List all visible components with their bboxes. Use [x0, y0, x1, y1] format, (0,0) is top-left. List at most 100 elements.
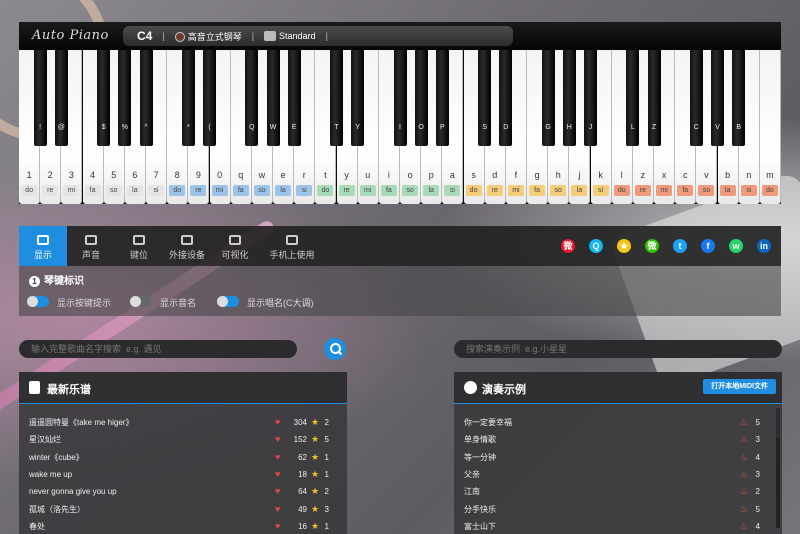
- demo-search-input[interactable]: [454, 340, 782, 358]
- linkedin-icon[interactable]: in: [757, 239, 771, 253]
- black-key[interactable]: O: [414, 50, 428, 146]
- black-key[interactable]: D: [499, 50, 513, 146]
- sheet-list-item[interactable]: 孤城（洛先生） ♥ 49 ★ 3: [29, 501, 337, 518]
- mode-selector[interactable]: Standard: [264, 31, 316, 42]
- toggle-label: 显示音名: [160, 298, 197, 308]
- black-key[interactable]: L: [626, 50, 640, 146]
- key-binding-label: v: [704, 170, 709, 180]
- qq-icon[interactable]: Q: [589, 239, 603, 253]
- solfege-label: so: [550, 185, 567, 196]
- solfege-label: mi: [211, 185, 228, 196]
- open-midi-button[interactable]: 打开本地MIDI文件: [703, 379, 776, 394]
- solfege-label: si: [148, 185, 165, 196]
- instrument-selector[interactable]: 高音立式钢琴: [174, 30, 242, 43]
- sheet-list-item[interactable]: winter《cube》 ♥ 62 ★ 1: [29, 449, 337, 466]
- black-key[interactable]: H: [562, 50, 576, 146]
- key-binding-label: x: [661, 170, 667, 180]
- sheet-list-item[interactable]: wake me up ♥ 18 ★ 1: [29, 466, 337, 483]
- star-icon: ★: [311, 434, 320, 445]
- black-key[interactable]: $: [97, 50, 111, 146]
- demo-list-item[interactable]: 你一定要幸福 ♨ 5: [464, 414, 772, 431]
- sheet-list-item[interactable]: 春处 ♥ 16 ★ 1: [29, 518, 337, 534]
- demo-rating: 5: [755, 504, 760, 514]
- key-binding-label: n: [746, 170, 752, 180]
- panel-title: 最新乐谱: [47, 384, 91, 396]
- key-binding-label: y: [344, 170, 349, 180]
- star-icon: ★: [311, 468, 320, 479]
- demo-list-item[interactable]: 等一分钟 ♨ 4: [464, 449, 772, 466]
- heart-icon: ♥: [275, 434, 281, 445]
- black-key[interactable]: V: [711, 50, 724, 146]
- whatsapp-icon[interactable]: w: [729, 239, 743, 253]
- black-key[interactable]: ^: [139, 50, 153, 146]
- tab-mobile[interactable]: 手机上使用: [261, 226, 323, 266]
- black-key[interactable]: S: [478, 50, 492, 146]
- star-icon: ★: [311, 503, 320, 514]
- black-key[interactable]: C: [689, 50, 703, 146]
- key-binding-label: 6: [132, 170, 138, 180]
- solfege-label: la: [571, 185, 588, 196]
- separator: |: [325, 31, 328, 41]
- heart-icon: ♥: [275, 486, 281, 497]
- black-key[interactable]: I: [393, 50, 407, 146]
- star-rating: 2: [324, 487, 329, 497]
- black-key[interactable]: @: [54, 50, 68, 146]
- black-key[interactable]: %: [118, 50, 132, 146]
- black-key[interactable]: J: [584, 50, 597, 146]
- settings-panel: 1 琴键标识 显示按键提示 显示音名 显示唱名(C大调): [19, 266, 781, 316]
- black-key[interactable]: G: [541, 50, 555, 146]
- sheet-list-item[interactable]: never gonna give you up ♥ 64 ★ 2: [29, 483, 337, 500]
- scrollbar[interactable]: [776, 408, 780, 528]
- tab-keymap[interactable]: 键位: [115, 226, 163, 266]
- tab-sound[interactable]: 声音: [67, 226, 115, 266]
- facebook-icon[interactable]: f: [701, 239, 715, 253]
- black-key[interactable]: P: [435, 50, 449, 146]
- black-key[interactable]: Z: [647, 50, 661, 146]
- wechat-icon[interactable]: 微: [645, 239, 659, 253]
- search-button[interactable]: [324, 338, 346, 360]
- weibo-icon[interactable]: 微: [561, 239, 575, 253]
- key-binding-label: 0: [217, 170, 223, 180]
- demo-rating: 4: [755, 452, 760, 462]
- key-binding-label: W: [269, 124, 277, 131]
- demo-list-item[interactable]: 分手快乐 ♨ 5: [464, 501, 772, 518]
- black-key[interactable]: E: [287, 50, 301, 146]
- key-binding-label: z: [640, 170, 646, 180]
- demo-list-item[interactable]: 富士山下 ♨ 4: [464, 518, 772, 534]
- black-key[interactable]: Y: [351, 50, 365, 146]
- tab-display[interactable]: 显示: [19, 226, 67, 266]
- show-key-hint-toggle[interactable]: [27, 296, 49, 307]
- show-note-name-toggle[interactable]: [130, 296, 152, 307]
- star-icon[interactable]: ★: [617, 239, 631, 253]
- black-key[interactable]: W: [266, 50, 280, 146]
- black-key[interactable]: Q: [245, 50, 259, 146]
- heart-icon: ♥: [275, 520, 281, 531]
- tab-external-device[interactable]: 外接设备: [163, 226, 211, 266]
- demo-list-item[interactable]: 江南 ♨ 2: [464, 483, 772, 500]
- toggle-label: 显示唱名(C大调): [247, 298, 314, 308]
- black-key[interactable]: *: [181, 50, 195, 146]
- solfege-label: do: [465, 185, 482, 196]
- black-key[interactable]: !: [33, 50, 47, 146]
- key-binding-label: r: [302, 170, 306, 180]
- show-solfege-toggle[interactable]: [217, 296, 239, 307]
- tab-visualize[interactable]: 可视化: [211, 226, 259, 266]
- solfege-label: la: [275, 185, 292, 196]
- key-binding-label: 9: [195, 170, 201, 180]
- sheet-list-item[interactable]: 遥遥圆特曼《take me higer》 ♥ 304 ★ 2: [29, 414, 337, 431]
- song-search-input[interactable]: [19, 340, 297, 358]
- sheet-list-item[interactable]: 星汉灿烂 ♥ 152 ★ 5: [29, 431, 337, 448]
- twitter-icon[interactable]: t: [673, 239, 687, 253]
- key-binding-label: e: [280, 170, 286, 180]
- white-key[interactable]: m do: [759, 50, 781, 204]
- key-binding-label: H: [566, 124, 572, 131]
- solfege-label: do: [21, 185, 38, 196]
- demo-list-item[interactable]: 父亲 ♨ 3: [464, 466, 772, 483]
- sound-wave-icon: [85, 235, 97, 245]
- solfege-label: fa: [84, 185, 101, 196]
- demo-list-item[interactable]: 单身情歌 ♨ 3: [464, 431, 772, 448]
- black-key[interactable]: T: [330, 50, 343, 146]
- scrollbar-thumb[interactable]: [776, 438, 780, 528]
- black-key[interactable]: (: [203, 50, 216, 146]
- black-key[interactable]: B: [732, 50, 746, 146]
